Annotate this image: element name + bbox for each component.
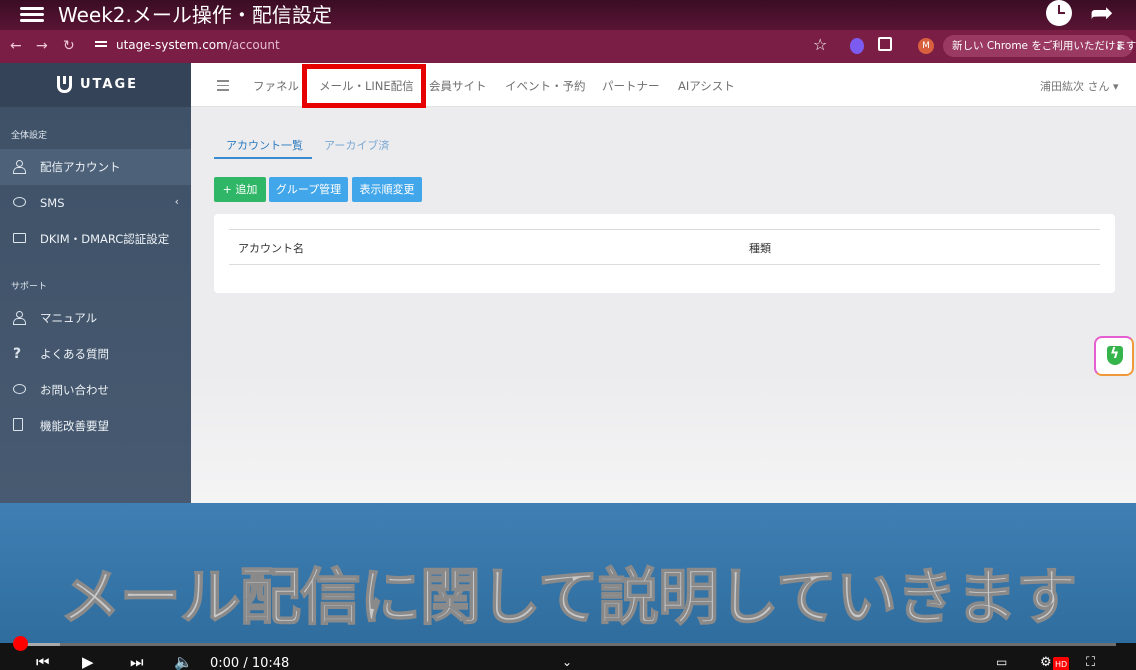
nav-partner[interactable]: パートナー	[602, 78, 660, 94]
user-menu[interactable]: 浦田紘次 さん ▾	[1040, 78, 1119, 94]
extension-icon[interactable]	[850, 38, 864, 54]
column-header-type[interactable]: 種類	[749, 240, 771, 256]
column-header-account-name[interactable]: アカウント名	[238, 240, 304, 256]
utage-app: UTAGE 全体設定 配信アカウント SMS ‹ DKIM・DMARC認証設定 …	[0, 63, 1136, 503]
sidebar-item-faq[interactable]: ? よくある質問	[0, 336, 191, 372]
fullscreen-exit-icon[interactable]: ⛶	[1086, 655, 1095, 670]
bookmark-star-icon[interactable]: ☆	[813, 35, 827, 54]
sidebar-item-delivery-account[interactable]: 配信アカウント	[0, 149, 191, 185]
update-message: 新しい Chrome をご利用いただけます	[952, 40, 1136, 52]
sms-bubble-icon	[13, 197, 26, 207]
user-icon	[13, 159, 26, 174]
nav-event[interactable]: イベント・予約	[505, 78, 586, 94]
sidebar-item-sms[interactable]: SMS ‹	[0, 185, 191, 221]
playlist-menu-icon[interactable]	[20, 4, 44, 26]
sidebar-item-feature-request[interactable]: 機能改善要望	[0, 408, 191, 444]
section-label-settings: 全体設定	[11, 131, 48, 141]
sidebar-item-label: マニュアル	[40, 311, 98, 325]
sidebar-item-contact[interactable]: お問い合わせ	[0, 372, 191, 408]
highlight-box	[302, 64, 426, 108]
sidebar-item-label: DKIM・DMARC認証設定	[40, 232, 170, 246]
tab-archived[interactable]: アーカイブ済	[324, 137, 389, 153]
table-top-border	[229, 229, 1100, 230]
logo-text: UTAGE	[80, 77, 139, 92]
chat-icon	[13, 384, 26, 394]
scrubber-handle[interactable]	[13, 636, 28, 651]
play-icon[interactable]: ▶	[82, 655, 94, 670]
reload-icon[interactable]: ↻	[63, 37, 75, 55]
user-name: 浦田紘次 さん	[1040, 80, 1110, 93]
sidebar: UTAGE 全体設定 配信アカウント SMS ‹ DKIM・DMARC認証設定 …	[0, 63, 191, 503]
nav-member-site[interactable]: 会員サイト	[429, 78, 487, 94]
sidebar-item-dkim[interactable]: DKIM・DMARC認証設定	[0, 221, 191, 257]
time-display: 0:00 / 10:48	[210, 656, 290, 670]
profile-avatar[interactable]: M	[918, 38, 934, 54]
video-title: Week2.メール操作・配信設定	[58, 3, 332, 27]
more-menu-icon[interactable]: ⋮	[1114, 35, 1125, 57]
chevron-down-icon[interactable]: ⌄	[562, 655, 572, 670]
display-order-button[interactable]: 表示順変更	[352, 177, 422, 202]
main-content: ファネル メール・LINE配信 会員サイト イベント・予約 パートナー AIアシ…	[191, 63, 1136, 503]
nav-funnel[interactable]: ファネル	[253, 78, 299, 94]
question-icon: ?	[13, 346, 22, 362]
browser-toolbar: ← → ↻ utage-system.com/account ☆ M 新しい C…	[0, 30, 1136, 63]
document-icon	[13, 418, 23, 431]
nav-ai-assist[interactable]: AIアシスト	[678, 78, 735, 94]
settings-icon[interactable]: ⚙	[1040, 655, 1052, 670]
player-controls: ⏮ ▶ ⏭ 🔈 0:00 / 10:48 ⌄ ▭ ⚙ HD ⛶	[0, 636, 1136, 670]
sidebar-item-label: SMS	[40, 196, 65, 210]
logo[interactable]: UTAGE	[0, 63, 191, 107]
forward-icon[interactable]: →	[36, 37, 48, 55]
share-icon[interactable]: ➦	[1090, 0, 1113, 28]
security-shield-icon[interactable]	[1094, 336, 1134, 376]
back-icon[interactable]: ←	[10, 37, 22, 55]
sidebar-item-manual[interactable]: マニュアル	[0, 300, 191, 336]
hamburger-icon[interactable]	[217, 80, 229, 94]
add-button[interactable]: + 追加	[214, 177, 266, 202]
volume-icon[interactable]: 🔈	[174, 655, 193, 670]
account-table-card: アカウント名 種類	[214, 214, 1115, 293]
extensions-puzzle-icon[interactable]	[878, 37, 892, 51]
hd-badge: HD	[1053, 657, 1070, 670]
user-icon	[13, 310, 26, 325]
top-navigation: ファネル メール・LINE配信 会員サイト イベント・予約 パートナー AIアシ…	[191, 63, 1136, 108]
sidebar-item-label: 配信アカウント	[40, 160, 121, 174]
sidebar-item-label: 機能改善要望	[40, 419, 109, 433]
table-header-border	[229, 264, 1100, 265]
chevron-left-icon: ‹	[174, 195, 179, 208]
next-icon[interactable]: ⏭	[130, 655, 144, 670]
tab-account-list[interactable]: アカウント一覧	[226, 137, 303, 153]
progress-bar[interactable]	[20, 643, 1116, 646]
sidebar-item-label: お問い合わせ	[40, 383, 109, 397]
video-title-bar: Week2.メール操作・配信設定 ➦	[0, 0, 1136, 30]
sidebar-item-label: よくある質問	[40, 347, 109, 361]
chrome-update-button[interactable]: 新しい Chrome をご利用いただけます ⋮	[943, 35, 1136, 57]
watch-later-icon[interactable]	[1046, 0, 1072, 26]
url-host: utage-system.com	[116, 38, 228, 52]
group-manage-button[interactable]: グループ管理	[269, 177, 348, 202]
envelope-icon	[13, 233, 26, 243]
previous-icon[interactable]: ⏮	[36, 655, 50, 670]
address-bar[interactable]: utage-system.com/account	[116, 38, 280, 52]
subtitles-icon[interactable]: ▭	[996, 655, 1007, 670]
section-label-support: サポート	[11, 282, 48, 292]
subtitle-text: メール配信に関して説明していきます	[59, 561, 1078, 634]
site-settings-icon[interactable]	[95, 39, 107, 51]
caret-down-icon: ▾	[1113, 80, 1119, 93]
active-tab-indicator	[214, 157, 312, 159]
utage-logo-icon	[57, 76, 72, 93]
url-path: /account	[227, 38, 280, 52]
subtitle-banner: メール配信に関して説明していきます	[0, 503, 1136, 643]
